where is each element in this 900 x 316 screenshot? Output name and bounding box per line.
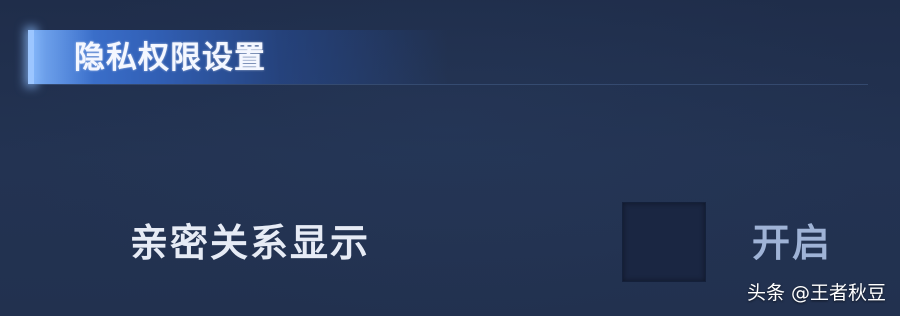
intimacy-display-toggle[interactable] — [622, 202, 706, 282]
watermark: 头条 @王者秋豆 — [746, 282, 886, 304]
intimacy-display-status[interactable]: 开启 — [752, 218, 832, 268]
intimacy-display-label: 亲密关系显示 — [130, 221, 371, 265]
section-divider — [28, 84, 868, 85]
settings-panel: 隐私权限设置 亲密关系显示 开启 头条 @王者秋豆 — [0, 0, 900, 316]
header-accent-bar — [28, 30, 34, 84]
section-title: 隐私权限设置 — [74, 40, 266, 76]
